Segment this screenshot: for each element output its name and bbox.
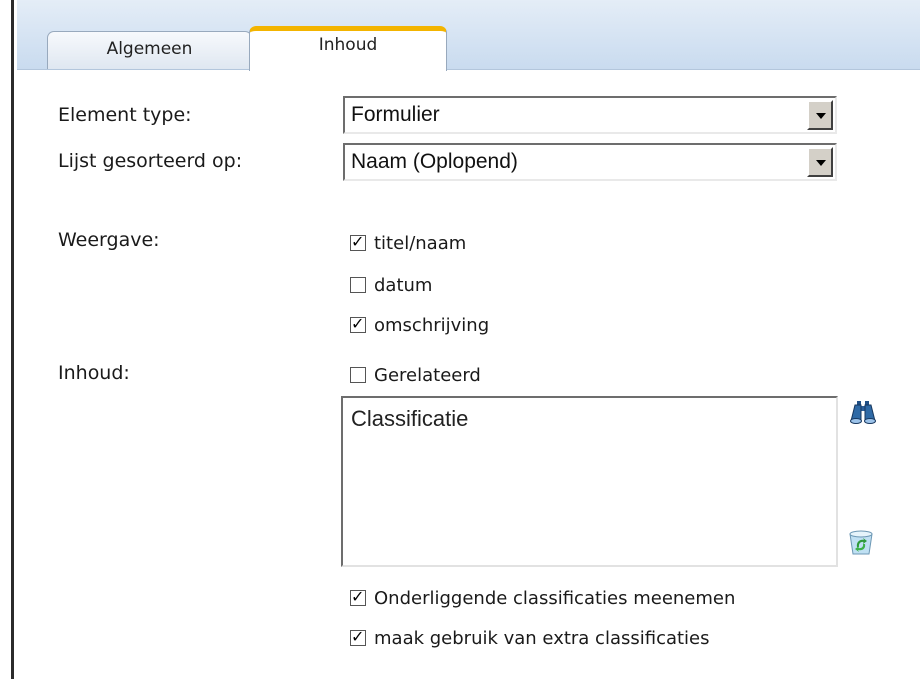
- checkbox-titel-naam-label: titel/naam: [374, 232, 467, 254]
- recycle-bin-icon[interactable]: [846, 527, 876, 557]
- content-label: Inhoud:: [58, 362, 130, 384]
- checkbox-gerelateerd-label: Gerelateerd: [374, 364, 481, 386]
- element-type-label: Element type:: [58, 104, 192, 126]
- tab-algemeen[interactable]: Algemeen: [47, 31, 252, 69]
- checkbox-omschrijving[interactable]: omschrijving: [350, 314, 489, 336]
- checkbox-onderliggende-classificaties[interactable]: Onderliggende classificaties meenemen: [350, 587, 735, 609]
- checkbox-datum-box[interactable]: [350, 277, 366, 293]
- checkbox-titel-naam[interactable]: titel/naam: [350, 232, 466, 254]
- element-type-dropdown-button[interactable]: [807, 100, 833, 130]
- tab-inhoud[interactable]: Inhoud: [249, 26, 447, 71]
- checkbox-extra-classificaties[interactable]: maak gebruik van extra classificaties: [350, 627, 710, 649]
- checkbox-extra-box[interactable]: [350, 627, 366, 646]
- checkbox-gerelateerd-box[interactable]: [350, 367, 366, 383]
- checkbox-omschrijving-label: omschrijving: [374, 314, 490, 336]
- sort-value: Naam (Oplopend): [351, 150, 518, 173]
- checkbox-titel-naam-box[interactable]: [350, 232, 366, 251]
- sort-select[interactable]: Naam (Oplopend): [343, 143, 837, 181]
- checkbox-datum[interactable]: datum: [350, 274, 432, 296]
- binoculars-icon[interactable]: [848, 399, 878, 425]
- checkbox-datum-label: datum: [374, 274, 433, 296]
- display-label: Weergave:: [58, 229, 160, 251]
- checkbox-onderliggende-box[interactable]: [350, 587, 366, 606]
- sort-label: Lijst gesorteerd op:: [58, 150, 243, 172]
- element-type-select[interactable]: Formulier: [343, 96, 837, 134]
- checkbox-omschrijving-box[interactable]: [350, 314, 366, 333]
- checkbox-extra-label: maak gebruik van extra classificaties: [374, 627, 710, 649]
- element-type-value: Formulier: [351, 103, 440, 126]
- tab-strip: Algemeen Inhoud: [17, 0, 920, 71]
- classification-list[interactable]: Classificatie: [341, 396, 838, 567]
- sort-dropdown-button[interactable]: [807, 147, 833, 177]
- checkbox-onderliggende-label: Onderliggende classificaties meenemen: [374, 587, 736, 609]
- list-item[interactable]: Classificatie: [351, 406, 468, 432]
- window-left-border: [11, 0, 14, 679]
- checkbox-gerelateerd[interactable]: Gerelateerd: [350, 364, 481, 386]
